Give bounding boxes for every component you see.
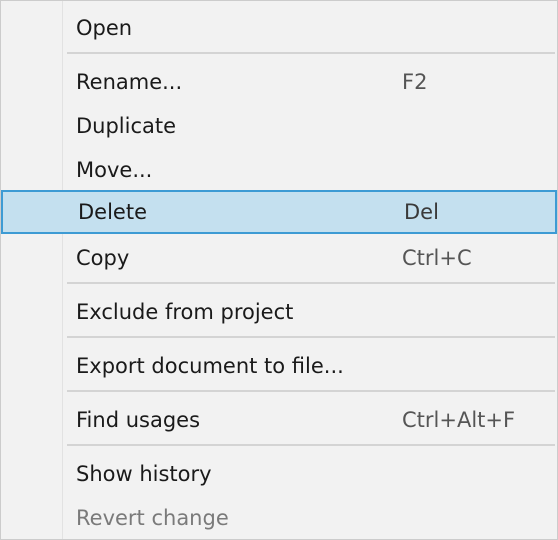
menu-item-show-history[interactable]: Show history — [1, 452, 557, 496]
menu-separator — [67, 282, 555, 284]
menu-item-shortcut: Ctrl+Alt+F — [402, 408, 516, 432]
menu-item-exclude-from-project[interactable]: Exclude from project — [1, 290, 557, 334]
menu-item-move[interactable]: Move... — [1, 148, 557, 192]
menu-item-label: Find usages — [76, 408, 201, 432]
menu-separator — [67, 336, 555, 338]
menu-item-rename[interactable]: Rename... F2 — [1, 60, 557, 104]
menu-separator — [67, 444, 555, 446]
menu-separator — [67, 52, 555, 54]
menu-item-label: Copy — [76, 246, 130, 270]
menu-item-find-usages[interactable]: Find usages Ctrl+Alt+F — [1, 398, 557, 442]
menu-item-delete[interactable]: Delete Del — [1, 190, 557, 234]
menu-item-revert-change: Revert change — [1, 496, 557, 540]
context-menu: Open Rename... F2 Duplicate Move... Dele… — [0, 0, 558, 540]
menu-item-label: Duplicate — [76, 114, 177, 138]
menu-separator — [67, 390, 555, 392]
menu-item-label: Open — [76, 16, 133, 40]
menu-item-label: Show history — [76, 462, 212, 486]
menu-item-label: Exclude from project — [76, 300, 294, 324]
menu-item-copy[interactable]: Copy Ctrl+C — [1, 236, 557, 280]
menu-item-shortcut: Del — [404, 200, 439, 224]
menu-item-label: Export document to file... — [76, 354, 344, 378]
menu-item-export-document[interactable]: Export document to file... — [1, 344, 557, 388]
menu-item-duplicate[interactable]: Duplicate — [1, 104, 557, 148]
menu-item-shortcut: Ctrl+C — [402, 246, 472, 270]
menu-item-label: Move... — [76, 158, 153, 182]
menu-item-label: Revert change — [76, 506, 229, 530]
menu-item-open[interactable]: Open — [1, 6, 557, 50]
menu-item-label: Rename... — [76, 70, 183, 94]
menu-item-label: Delete — [78, 200, 147, 224]
menu-item-shortcut: F2 — [402, 70, 428, 94]
